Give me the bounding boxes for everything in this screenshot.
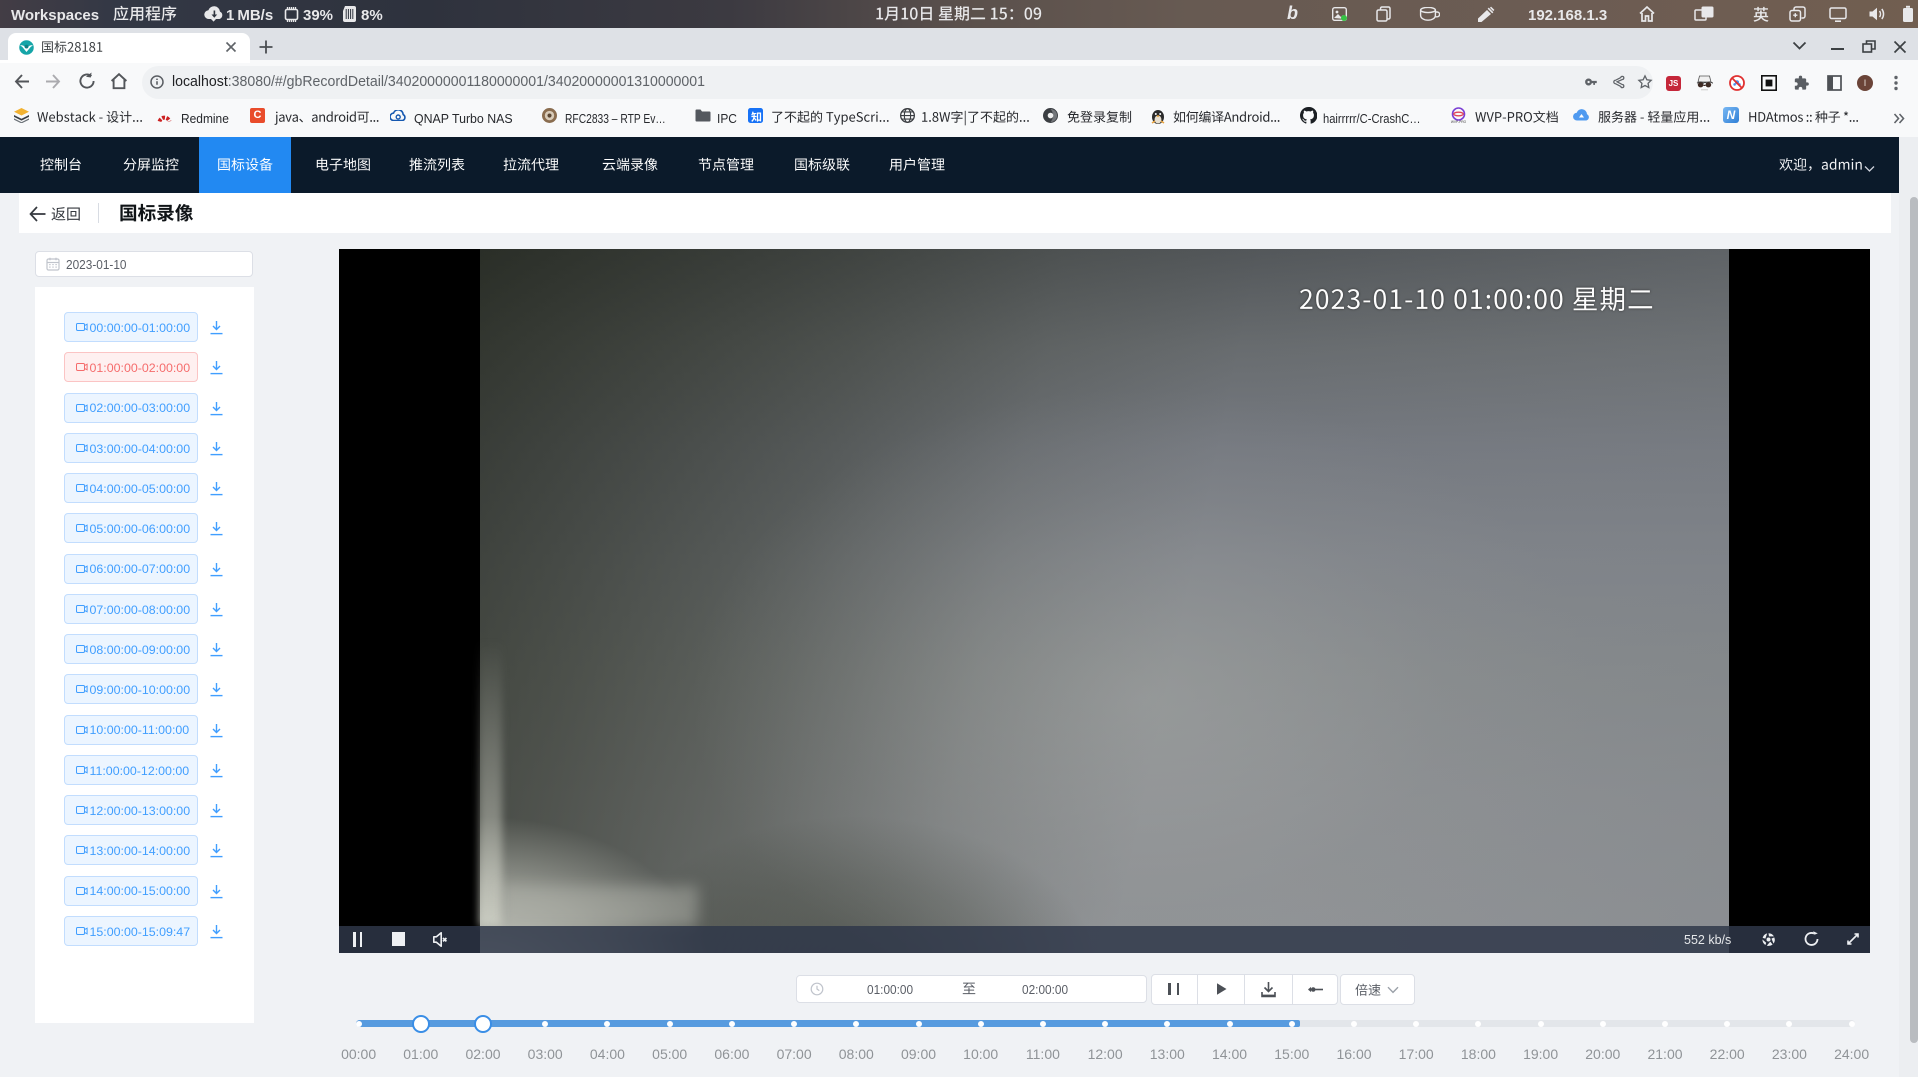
svg-text:WVP-PRO: WVP-PRO (1451, 120, 1467, 124)
